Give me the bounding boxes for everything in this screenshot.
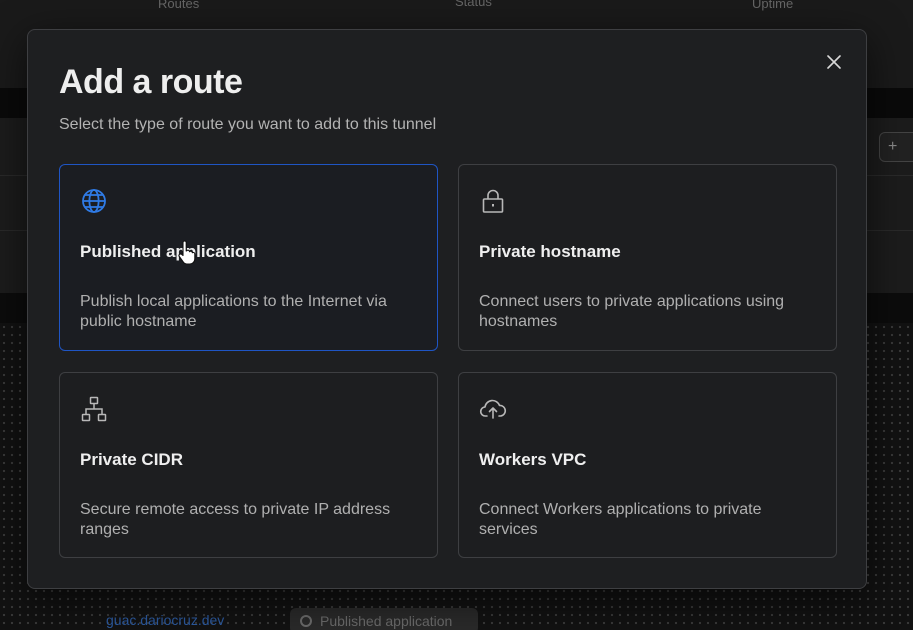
bg-route-type-badge: Published application	[290, 608, 478, 630]
bg-badge-icon	[300, 615, 312, 627]
hand-pointer-cursor-icon	[178, 240, 196, 265]
route-option-title: Private hostname	[479, 242, 621, 261]
route-option-workers-vpc[interactable]: Workers VPC Connect Workers applications…	[458, 372, 837, 558]
bg-header-status: Status	[455, 0, 492, 9]
route-option-published-application[interactable]: Published application Publish local appl…	[59, 164, 438, 351]
network-icon	[81, 396, 107, 422]
route-option-title: Workers VPC	[479, 450, 587, 469]
bg-header-routes: Routes	[158, 0, 200, 11]
route-option-description: Connect users to private applications us…	[479, 293, 785, 330]
bg-header-uptime: Uptime	[752, 0, 794, 11]
globe-icon	[82, 189, 106, 213]
route-option-description: Connect Workers applications to private …	[479, 501, 762, 538]
bg-add-button: +	[879, 132, 913, 162]
route-option-title: Published application	[80, 242, 256, 261]
route-option-private-cidr[interactable]: Private CIDR Secure remote access to pri…	[59, 372, 438, 558]
route-option-private-hostname[interactable]: Private hostname Connect users to privat…	[458, 164, 837, 351]
add-route-dialog: Add a route Select the type of route you…	[27, 29, 867, 589]
cloud-upload-icon	[479, 399, 507, 419]
dialog-subtitle: Select the type of route you want to add…	[59, 116, 437, 133]
close-icon	[827, 55, 841, 69]
bg-route-link: guac.dariocruz.dev	[106, 612, 225, 628]
route-option-title: Private CIDR	[80, 450, 183, 469]
route-option-description: Publish local applications to the Intern…	[80, 293, 387, 330]
dialog-title: Add a route	[59, 63, 243, 101]
route-option-description: Secure remote access to private IP addre…	[80, 501, 391, 538]
close-button[interactable]	[822, 50, 846, 74]
lock-icon	[482, 189, 504, 213]
